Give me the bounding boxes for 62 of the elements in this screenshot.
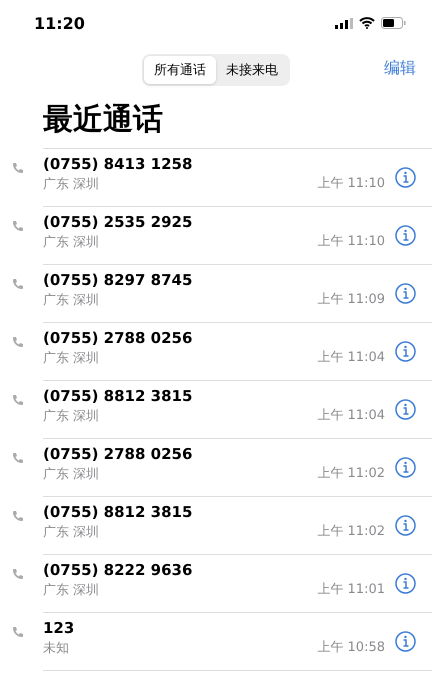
info-icon[interactable] [395,167,416,188]
info-icon[interactable] [395,283,416,304]
call-row[interactable]: (0755) 2535 2925 广东 深圳 上午 11:10 [43,207,432,265]
call-time: 上午 11:04 [317,406,385,424]
caller-location: 广东 深圳 [43,176,100,192]
caller-location: 广东 深圳 [43,350,100,366]
call-time: 上午 11:02 [317,522,385,540]
phone-number: (0755) 8297 8745 [43,270,194,288]
call-row[interactable]: (0755) 8812 3815 广东 深圳 上午 11:02 [43,497,432,555]
call-time: 上午 11:09 [317,290,385,308]
caller-location: 广东 深圳 [43,524,100,540]
status-time: 11:20 [34,14,85,32]
segment-tab[interactable]: 未接来电 [216,56,288,84]
phone-icon [12,626,24,638]
phone-icon [12,220,24,232]
edit-button[interactable]: 编辑 [384,58,416,79]
call-time: 上午 11:04 [317,348,385,366]
phone-icon [12,162,24,174]
phone-icon [12,394,24,406]
info-icon[interactable] [395,225,416,246]
page-title: 最近通话 [43,101,164,139]
segment-tab[interactable]: 所有通话 [144,56,216,84]
info-icon[interactable] [395,573,416,594]
wifi-icon [359,17,375,29]
caller-location: 广东 深圳 [43,466,100,482]
call-time: 上午 10:58 [317,638,385,656]
phone-number: (0755) 2788 0256 [43,444,194,462]
call-row[interactable]: (0755) 2788 0256 广东 深圳 上午 11:04 [43,323,432,381]
info-icon[interactable] [395,631,416,652]
caller-location: 广东 深圳 [43,292,100,308]
signal-icon [335,18,353,28]
call-row[interactable]: (0755) 8812 3815 广东 深圳 上午 11:04 [43,381,432,439]
phone-number: (0755) 2535 2925 [43,212,194,230]
caller-location: 广东 深圳 [43,582,100,598]
call-row[interactable]: (0755) 8413 1258 广东 深圳 上午 11:10 [43,149,432,207]
phone-icon [12,278,24,290]
phone-icon [12,452,24,464]
phone-icon [12,510,24,522]
phone-number: 123 [43,618,76,636]
info-icon[interactable] [395,457,416,478]
phone-number: (0755) 8812 3815 [43,386,194,404]
info-icon[interactable] [395,515,416,536]
phone-number: (0755) 2788 0256 [43,328,194,346]
caller-location: 广东 深圳 [43,408,100,424]
battery-icon [381,17,406,29]
phone-number: (0755) 8812 3815 [43,502,194,520]
call-time: 上午 11:01 [317,580,385,598]
caller-location: 广东 深圳 [43,234,100,250]
call-row[interactable]: 123 未知 上午 10:58 [43,613,432,671]
info-icon[interactable] [395,399,416,420]
info-icon[interactable] [395,341,416,362]
caller-location: 未知 [43,640,70,656]
call-row[interactable]: (0755) 8222 9636 广东 深圳 上午 11:01 [43,555,432,613]
call-time: 上午 11:10 [317,232,385,250]
call-time: 上午 11:10 [317,174,385,192]
phone-icon [12,568,24,580]
phone-number: (0755) 8413 1258 [43,154,194,172]
call-row[interactable]: (0755) 8297 8745 广东 深圳 上午 11:09 [43,265,432,323]
phone-icon [12,336,24,348]
phone-number: (0755) 8222 9636 [43,560,194,578]
call-row[interactable]: (0755) 2788 0256 广东 深圳 上午 11:02 [43,439,432,497]
call-time: 上午 11:02 [317,464,385,482]
